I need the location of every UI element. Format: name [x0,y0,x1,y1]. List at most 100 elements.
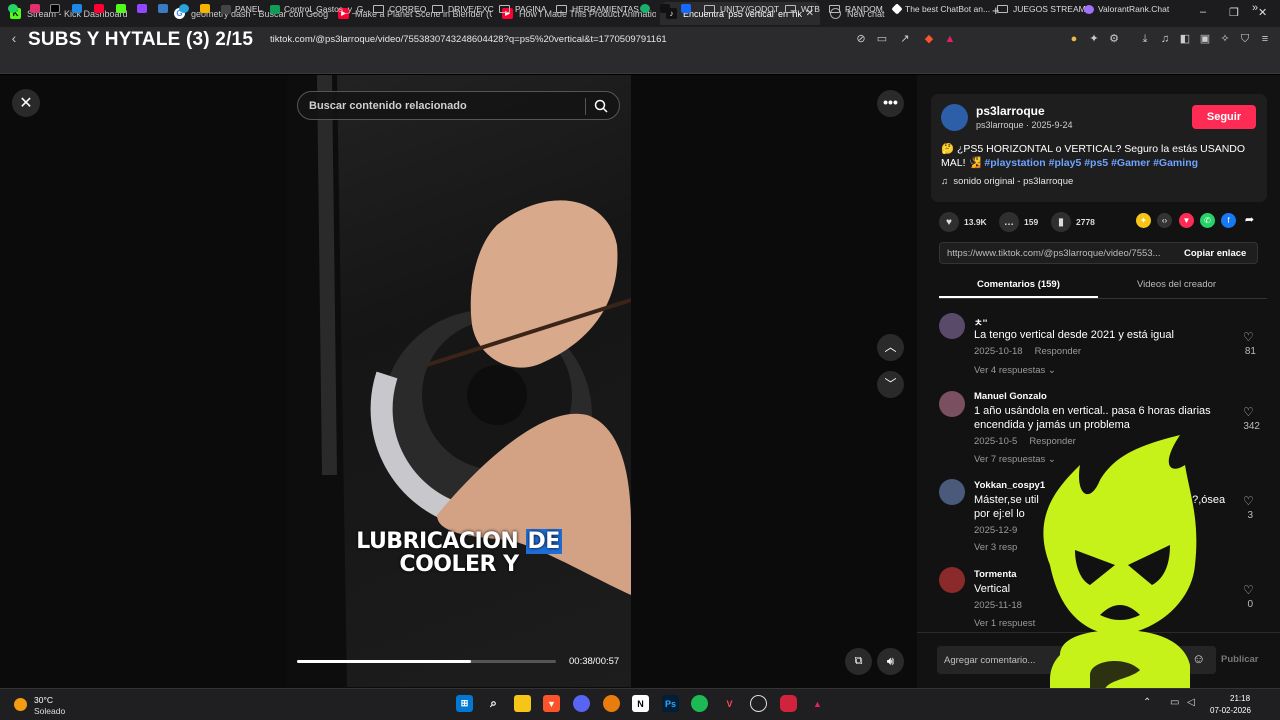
chevron-up-icon[interactable]: ⌃ [1143,697,1151,708]
avatar[interactable] [939,567,965,593]
tab-creator-videos[interactable]: Videos del creador [1137,279,1216,290]
music-icon[interactable]: ♫ [1159,33,1171,45]
wallet-icon[interactable]: ● [1068,33,1080,45]
bookmark-kick[interactable] [116,4,130,13]
brave-rewards-icon[interactable]: ▲ [944,33,956,45]
minimize-icon[interactable]: – [1200,6,1206,18]
bookmark-folder-pagina[interactable]: PAGINA [499,4,547,14]
bookmark-folder-drive[interactable]: DRIVE/EXC [432,4,494,14]
avatar[interactable] [939,313,965,339]
bookmark-folder-herramientas[interactable]: HERRAMIENTAS [556,4,639,14]
url-field[interactable]: tiktok.com/@ps3larroque/video/7553830743… [270,34,667,45]
weather-text[interactable]: Soleado [34,706,65,716]
clock-time[interactable]: 21:18 [1230,694,1250,703]
cast-off-icon[interactable]: ⊘ [855,33,867,45]
volume-button[interactable]: 🔊︎ [877,648,904,675]
related-search-input[interactable]: Buscar contenido relacionado [297,91,620,120]
copy-link-button[interactable]: Copiar enlace [1184,248,1246,259]
network-icon[interactable]: ▭ [1170,697,1179,708]
sound-link[interactable]: ♫ sonido original - ps3larroque [941,176,1073,187]
previous-video-button[interactable]: ︿ [877,334,904,361]
extension-icon[interactable]: ⚙ [1108,33,1120,45]
avatar[interactable] [939,391,965,417]
video-link[interactable]: https://www.tiktok.com/@ps3larroque/vide… [947,248,1173,259]
sidebar-icon[interactable]: ◧ [1179,33,1191,45]
facebook-icon[interactable]: f [1221,213,1236,228]
bookmark-folder-unity[interactable]: UNITY/GODOT [704,4,779,14]
extensions-icon[interactable]: ✦ [1088,33,1100,45]
bookmark-mail[interactable] [72,4,86,13]
bookmark-whatsapp[interactable] [8,4,22,13]
mini-player-button[interactable]: ⧉ [845,648,872,675]
video-player[interactable] [287,75,631,687]
more-bookmarks-icon[interactable]: » [1252,2,1258,14]
share-arrow-icon[interactable]: ➦ [1242,213,1257,228]
close-video-button[interactable]: ✕ [12,89,40,117]
tab-comments[interactable]: Comentarios (159) [977,279,1060,290]
view-replies-button[interactable]: Ver 4 respuestas ⌄ [974,365,1056,376]
avatar[interactable] [941,104,968,131]
spotify-icon[interactable] [691,695,708,712]
discord-icon[interactable] [573,695,590,712]
bookmark-telegram[interactable] [179,4,193,13]
brave-shield-icon[interactable]: ◆ [923,33,935,45]
heart-icon[interactable]: ♡ [1243,405,1254,419]
bookmark-app[interactable] [200,4,214,13]
bookmark-instagram[interactable] [30,4,44,13]
bookmark-youtube[interactable] [94,4,108,13]
obs-icon[interactable] [750,695,767,712]
save-stat[interactable]: ▮ 2778 [1051,212,1095,232]
bookmark-panel[interactable]: PANEL [221,4,262,14]
follow-button[interactable]: Seguir [1192,105,1256,129]
comment-user[interactable]: Tormenta [974,569,1017,580]
bookmark-folder-juegos[interactable]: JUEGOS STREAM [997,4,1086,14]
embed-icon[interactable]: ‹› [1157,213,1172,228]
reply-button[interactable]: Responder [1035,346,1081,357]
heart-icon[interactable]: ♡ [1243,330,1254,344]
more-options-button[interactable]: ••• [877,90,904,117]
view-replies-button[interactable]: Ver 3 resp [974,542,1017,553]
weather-temp[interactable]: 30°C [34,695,53,705]
download-icon[interactable]: ⤓ [1139,33,1151,45]
like-stat[interactable]: ♥ 13.9K [939,212,987,232]
author-name[interactable]: ps3larroque [976,104,1045,118]
blender-icon[interactable] [603,695,620,712]
bookmark-valorantrank[interactable]: ValorantRank.Chat [1084,4,1169,14]
publish-button[interactable]: Publicar [1221,654,1259,665]
app-icon[interactable] [780,695,797,712]
wallet-card-icon[interactable]: ▣ [1199,33,1211,45]
coin-icon[interactable]: ✦ [1136,213,1151,228]
file-explorer-icon[interactable] [514,695,531,712]
screen-icon[interactable]: ▭ [876,33,888,45]
bookmark-app-3[interactable] [660,4,674,13]
hashtags[interactable]: #playstation #play5 #ps5 #Gamer #Gaming [984,157,1198,169]
ai-icon[interactable]: ✧ [1219,33,1231,45]
windows-start-icon[interactable]: ⊞ [456,695,473,712]
vpn-icon[interactable]: ⛉ [1239,33,1251,45]
bookmark-twitch[interactable] [137,4,151,13]
share-icon[interactable]: ↗ [899,33,911,45]
back-icon[interactable]: ‹ [8,31,20,45]
valorant-icon[interactable]: V [721,695,738,712]
bookmark-paypal[interactable] [158,4,172,13]
comment-user[interactable]: Manuel Gonzalo [974,391,1047,402]
notion-icon[interactable]: N [632,695,649,712]
bookmark-app-2[interactable] [640,4,654,13]
avatar[interactable] [939,479,965,505]
next-video-button[interactable]: ﹀ [877,371,904,398]
bookmark-folder-random[interactable]: RANDOM [829,4,883,14]
brave-rewards-icon[interactable]: ▲ [809,695,826,712]
video-progress-bar[interactable] [297,660,556,663]
send-icon[interactable]: ▼ [1179,213,1194,228]
menu-icon[interactable]: ≡ [1259,33,1271,45]
comment-stat[interactable]: … 159 [999,212,1038,232]
volume-icon[interactable]: ◁ [1187,697,1195,708]
comment-user[interactable]: ㅊ'' [974,315,987,329]
bookmark-control-gastos[interactable]: Control_Gastos_y_G... [270,4,370,14]
bookmark-behance[interactable] [681,4,695,13]
heart-icon[interactable]: ♡ [1243,583,1254,597]
bookmark-x[interactable] [50,4,64,13]
close-window-icon[interactable]: ✕ [1258,6,1267,19]
bookmark-chatbot[interactable]: The best ChatBot an... [891,3,990,15]
bookmark-folder-wtb[interactable]: WTB [785,4,820,14]
